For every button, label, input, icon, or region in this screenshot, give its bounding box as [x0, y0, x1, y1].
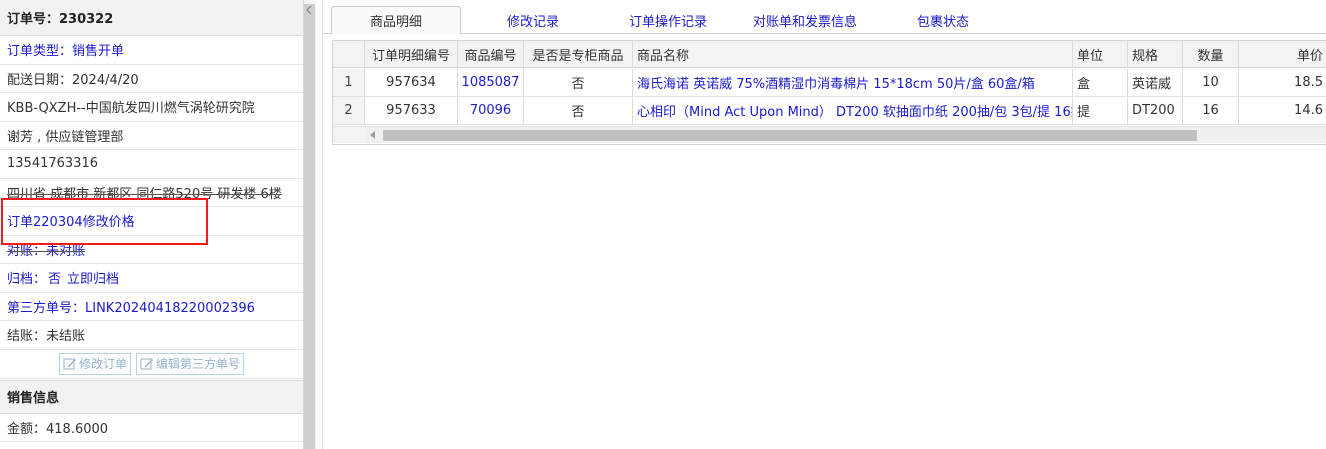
- scroll-left-arrow-icon[interactable]: [370, 131, 375, 139]
- product-id-link[interactable]: 70096: [458, 97, 524, 124]
- tab-package-status[interactable]: 包裹状态: [898, 6, 988, 35]
- unit-cell: 提: [1073, 97, 1128, 124]
- header-product-name[interactable]: 商品名称: [633, 41, 1073, 67]
- tab-product-details[interactable]: 商品明细: [331, 6, 461, 35]
- customer-name: KBB-QXZH--中国航发四川燃气涡轮研究院: [0, 93, 303, 122]
- edit-third-party-label: 编辑第三方单号: [156, 357, 241, 371]
- archive-value: 否: [48, 272, 62, 288]
- edit-order-button[interactable]: 修改订单: [58, 352, 131, 375]
- header-unit-price[interactable]: 单价: [1239, 41, 1326, 67]
- horizontal-scrollbar[interactable]: [365, 126, 1326, 143]
- splitter-bar[interactable]: [304, 4, 315, 449]
- tab-bar: 商品明细 修改记录 订单操作记录 对账单和发票信息 包裹状态: [323, 0, 1326, 35]
- collapse-arrow-icon[interactable]: [305, 4, 314, 15]
- table-header: 订单明细编号 商品编号 是否是专柜商品 商品名称 单位 规格 数量 单价: [333, 41, 1326, 68]
- row-number: 1: [333, 69, 365, 96]
- pencil-edit-icon: [63, 357, 77, 371]
- row-number: 2: [333, 97, 365, 124]
- spec-cell: 英诺威: [1128, 69, 1183, 96]
- header-rownum: [333, 41, 365, 67]
- product-table: 订单明细编号 商品编号 是否是专柜商品 商品名称 单位 规格 数量 单价 1 9…: [332, 40, 1326, 145]
- counter-product-cell: 否: [524, 97, 633, 124]
- tab-modification-log[interactable]: 修改记录: [478, 6, 588, 35]
- order-remark: 订单220304修改价格: [0, 207, 303, 236]
- quantity-cell: 10: [1183, 69, 1239, 96]
- header-unit[interactable]: 单位: [1073, 41, 1128, 67]
- header-spec[interactable]: 规格: [1128, 41, 1183, 67]
- order-number-title: 订单号：230322: [0, 0, 303, 36]
- table-row[interactable]: 1 957634 1085087 否 海氏海诺 英诺威 75%酒精湿巾消毒棉片 …: [333, 69, 1326, 97]
- contact-person: 谢芳 , 供应链管理部: [0, 122, 303, 150]
- archive-label: 归档：: [7, 272, 47, 288]
- order-type: 订单类型：销售开单: [0, 36, 303, 65]
- order-detail-page: 订单号：230322 订单类型：销售开单 配送日期：2024/4/20 KBB-…: [0, 0, 1326, 449]
- contact-phone: 13541763316: [0, 150, 303, 179]
- detail-id-cell: 957633: [365, 97, 458, 124]
- order-action-bar: 修改订单 编辑第三方单号: [0, 350, 303, 379]
- delivery-date: 配送日期：2024/4/20: [0, 65, 303, 93]
- edit-third-party-button[interactable]: 编辑第三方单号: [136, 352, 245, 375]
- archive-status: 归档： 否 立即归档: [0, 264, 303, 293]
- third-party-number: 第三方单号：LINK20240418220002396: [0, 293, 303, 321]
- panel-splitter[interactable]: [304, 0, 316, 449]
- header-counter-product[interactable]: 是否是专柜商品: [524, 41, 633, 67]
- settlement-status: 结账：未结账: [0, 321, 303, 350]
- counter-product-cell: 否: [524, 69, 633, 96]
- product-name-link[interactable]: 心相印（Mind Act Upon Mind） DT200 软抽面巾纸 200抽…: [633, 97, 1073, 124]
- edit-order-label: 修改订单: [78, 357, 127, 371]
- order-info-panel: 订单号：230322 订单类型：销售开单 配送日期：2024/4/20 KBB-…: [0, 0, 304, 449]
- pencil-edit-icon: [140, 357, 154, 371]
- sales-info-title: 销售信息: [0, 379, 303, 414]
- table-row[interactable]: 2 957633 70096 否 心相印（Mind Act Upon Mind）…: [333, 97, 1326, 125]
- quantity-cell: 16: [1183, 97, 1239, 124]
- table-footer-corner: [333, 126, 365, 143]
- product-id-link[interactable]: 1085087: [458, 69, 524, 96]
- unit-price-cell: 14.6: [1294, 103, 1323, 118]
- detail-panel: 商品明细 修改记录 订单操作记录 对账单和发票信息 包裹状态 订单明细编号 商品…: [323, 0, 1326, 449]
- reconcile-status: 对账：未对账: [0, 236, 303, 264]
- unit-price-cell: 18.5: [1294, 75, 1323, 90]
- tab-order-operation-log[interactable]: 订单操作记录: [603, 6, 733, 35]
- archive-now-link[interactable]: 立即归档: [67, 268, 119, 287]
- header-quantity[interactable]: 数量: [1183, 41, 1239, 67]
- header-detail-id[interactable]: 订单明细编号: [365, 41, 458, 67]
- detail-id-cell: 957634: [365, 69, 458, 96]
- header-product-id[interactable]: 商品编号: [458, 41, 524, 67]
- spec-cell: DT200: [1128, 97, 1183, 124]
- scrollbar-thumb[interactable]: [383, 130, 1197, 141]
- delivery-address: 四川省 成都市 新都区 同仁路520号 研发楼 6楼: [0, 179, 303, 207]
- tab-statement-invoice[interactable]: 对账单和发票信息: [739, 6, 871, 35]
- sales-amount: 金额：418.6000: [0, 414, 303, 442]
- unit-cell: 盒: [1073, 69, 1128, 96]
- product-name-link[interactable]: 海氏海诺 英诺威 75%酒精湿巾消毒棉片 15*18cm 50片/盒 60盒/箱: [633, 69, 1073, 96]
